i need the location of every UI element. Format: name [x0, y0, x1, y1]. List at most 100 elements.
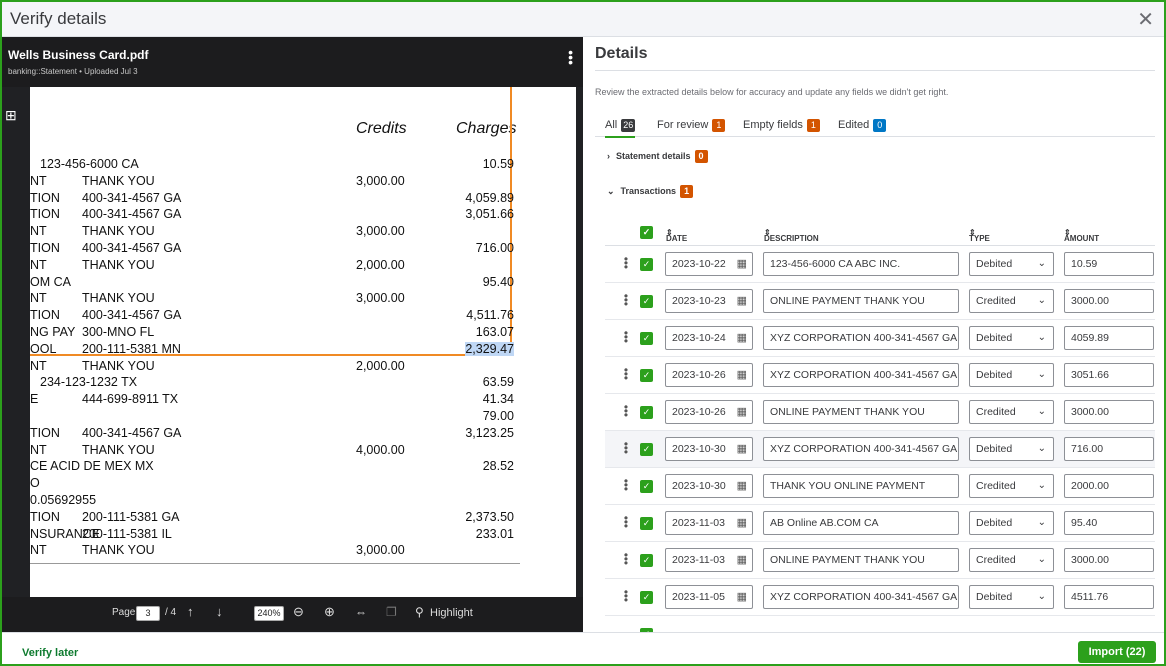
import-button[interactable]: Import (22) [1078, 641, 1156, 663]
row-menu-icon[interactable]: • • • [623, 364, 629, 384]
date-column-header[interactable]: DATE ⇕ [666, 228, 687, 243]
row-menu-icon[interactable]: • • • [623, 586, 629, 606]
zoom-level[interactable]: 240% [254, 606, 284, 621]
calendar-icon[interactable]: ▦ [737, 512, 747, 534]
amount-field[interactable]: 3000.00 [1064, 289, 1154, 313]
date-field[interactable]: 2023-10-30 ▦ [665, 474, 753, 498]
highlight-button[interactable]: Highlight [430, 607, 473, 619]
calendar-icon[interactable]: ▦ [737, 327, 747, 349]
calendar-icon[interactable]: ▦ [737, 475, 747, 497]
description-field[interactable]: 123-456-6000 CA ABC INC. [763, 252, 959, 276]
row-menu-icon[interactable]: • • • [623, 549, 629, 569]
row-menu-icon[interactable]: • • • [623, 512, 629, 532]
prev-page-icon[interactable]: ↑ [187, 604, 194, 619]
description-field[interactable]: AB Online AB.COM CA [763, 511, 959, 535]
type-column-header[interactable]: TYPE ⇕ [969, 228, 990, 243]
thumbnails-icon[interactable]: ⊞ [5, 107, 17, 124]
tab-all[interactable]: All 26 [605, 119, 636, 138]
transactions-section[interactable]: ⌄ Transactions 1 [607, 185, 694, 198]
amount-field[interactable]: 4059.89 [1064, 326, 1154, 350]
date-field[interactable]: 2023-11-03 ▦ [665, 511, 753, 535]
fit-width-icon[interactable]: ⇔ [355, 605, 367, 619]
row-checkbox[interactable]: ✓ [640, 332, 653, 345]
next-page-icon[interactable]: ↓ [216, 604, 223, 619]
row-menu-icon[interactable]: • • • [623, 401, 629, 421]
amount-field[interactable]: 95.40 [1064, 511, 1154, 535]
statement-line: 123-456-6000 CA 10.59 [30, 157, 576, 174]
date-field[interactable]: 2023-10-30 ▦ [665, 437, 753, 461]
amount-field[interactable]: 10.59 [1064, 252, 1154, 276]
verify-later-link[interactable]: Verify later [22, 647, 78, 659]
description-field[interactable]: ONLINE PAYMENT THANK YOU [763, 289, 959, 313]
description-field[interactable]: XYZ CORPORATION 400-341-4567 GA [763, 585, 959, 609]
page-input[interactable]: 3 [136, 606, 160, 621]
description-field[interactable]: ONLINE PAYMENT THANK YOU [763, 548, 959, 572]
calendar-icon[interactable]: ▦ [737, 438, 747, 460]
more-options-icon[interactable]: • • • [568, 45, 573, 69]
calendar-icon[interactable]: ▦ [737, 253, 747, 275]
statement-details-section[interactable]: › Statement details 0 [607, 150, 708, 163]
date-field[interactable]: 2023-10-24 ▦ [665, 326, 753, 350]
row-checkbox[interactable]: ✓ [640, 517, 653, 530]
date-value: 2023-10-22 [672, 258, 726, 270]
date-field[interactable]: 2023-10-26 ▦ [665, 400, 753, 424]
row-menu-icon[interactable]: • • • [623, 290, 629, 310]
calendar-icon[interactable]: ▦ [737, 290, 747, 312]
row-checkbox[interactable]: ✓ [640, 295, 653, 308]
calendar-icon[interactable]: ▦ [737, 549, 747, 571]
amount-field[interactable]: 3000.00 [1064, 548, 1154, 572]
type-select[interactable]: Debited ⌄ [969, 252, 1054, 276]
row-checkbox[interactable]: ✓ [640, 406, 653, 419]
type-select[interactable]: Debited ⌄ [969, 511, 1054, 535]
amount-field[interactable]: 4511.76 [1064, 585, 1154, 609]
description-field[interactable]: ONLINE PAYMENT THANK YOU [763, 400, 959, 424]
type-select[interactable]: Credited ⌄ [969, 548, 1054, 572]
date-field[interactable]: 2023-10-22 ▦ [665, 252, 753, 276]
date-field[interactable]: 2023-10-26 ▦ [665, 363, 753, 387]
row-checkbox[interactable]: ✓ [640, 258, 653, 271]
statement-ch: 79.00 [482, 409, 514, 423]
amount-field[interactable]: 3000.00 [1064, 400, 1154, 424]
highlight-icon[interactable]: ⚲ [415, 605, 424, 619]
fit-page-icon[interactable]: ❐ [386, 605, 397, 619]
date-field[interactable]: 2023-10-23 ▦ [665, 289, 753, 313]
description-field[interactable]: XYZ CORPORATION 400-341-4567 GA [763, 363, 959, 387]
calendar-icon[interactable]: ▦ [737, 364, 747, 386]
calendar-icon[interactable]: ▦ [737, 401, 747, 423]
select-all-checkbox[interactable]: ✓ [640, 226, 653, 239]
row-menu-icon[interactable]: • • • [623, 475, 629, 495]
type-select[interactable]: Credited ⌄ [969, 474, 1054, 498]
row-checkbox[interactable]: ✓ [640, 443, 653, 456]
type-select[interactable]: Debited ⌄ [969, 363, 1054, 387]
amount-column-header[interactable]: AMOUNT ⇕ [1064, 228, 1099, 243]
type-select[interactable]: Debited ⌄ [969, 585, 1054, 609]
row-menu-icon[interactable]: • • • [623, 327, 629, 347]
amount-field[interactable]: 3051.66 [1064, 363, 1154, 387]
tab-for-review[interactable]: For review 1 [657, 119, 726, 132]
row-checkbox[interactable]: ✓ [640, 480, 653, 493]
amount-field[interactable]: 2000.00 [1064, 474, 1154, 498]
zoom-in-icon[interactable]: ⊕ [324, 604, 335, 620]
type-select[interactable]: Credited ⌄ [969, 289, 1054, 313]
row-checkbox[interactable]: ✓ [640, 554, 653, 567]
amount-field[interactable]: 716.00 [1064, 437, 1154, 461]
row-menu-icon[interactable]: • • • [623, 438, 629, 458]
type-select[interactable]: Debited ⌄ [969, 437, 1054, 461]
description-column-header[interactable]: DESCRIPTION ⇕ [764, 228, 819, 243]
description-field[interactable]: THANK YOU ONLINE PAYMENT [763, 474, 959, 498]
dialog-header: Verify details ✕ [2, 2, 1164, 37]
date-field[interactable]: 2023-11-03 ▦ [665, 548, 753, 572]
date-field[interactable]: 2023-11-05 ▦ [665, 585, 753, 609]
close-icon[interactable]: ✕ [1137, 7, 1154, 32]
tab-empty-fields[interactable]: Empty fields 1 [743, 119, 820, 132]
zoom-out-icon[interactable]: ⊖ [293, 604, 304, 620]
description-field[interactable]: XYZ CORPORATION 400-341-4567 GA [763, 437, 959, 461]
row-checkbox[interactable]: ✓ [640, 369, 653, 382]
tab-edited[interactable]: Edited 0 [838, 119, 887, 132]
row-menu-icon[interactable]: • • • [623, 253, 629, 273]
calendar-icon[interactable]: ▦ [737, 586, 747, 608]
description-field[interactable]: XYZ CORPORATION 400-341-4567 GA [763, 326, 959, 350]
type-select[interactable]: Credited ⌄ [969, 400, 1054, 424]
row-checkbox[interactable]: ✓ [640, 591, 653, 604]
type-select[interactable]: Debited ⌄ [969, 326, 1054, 350]
